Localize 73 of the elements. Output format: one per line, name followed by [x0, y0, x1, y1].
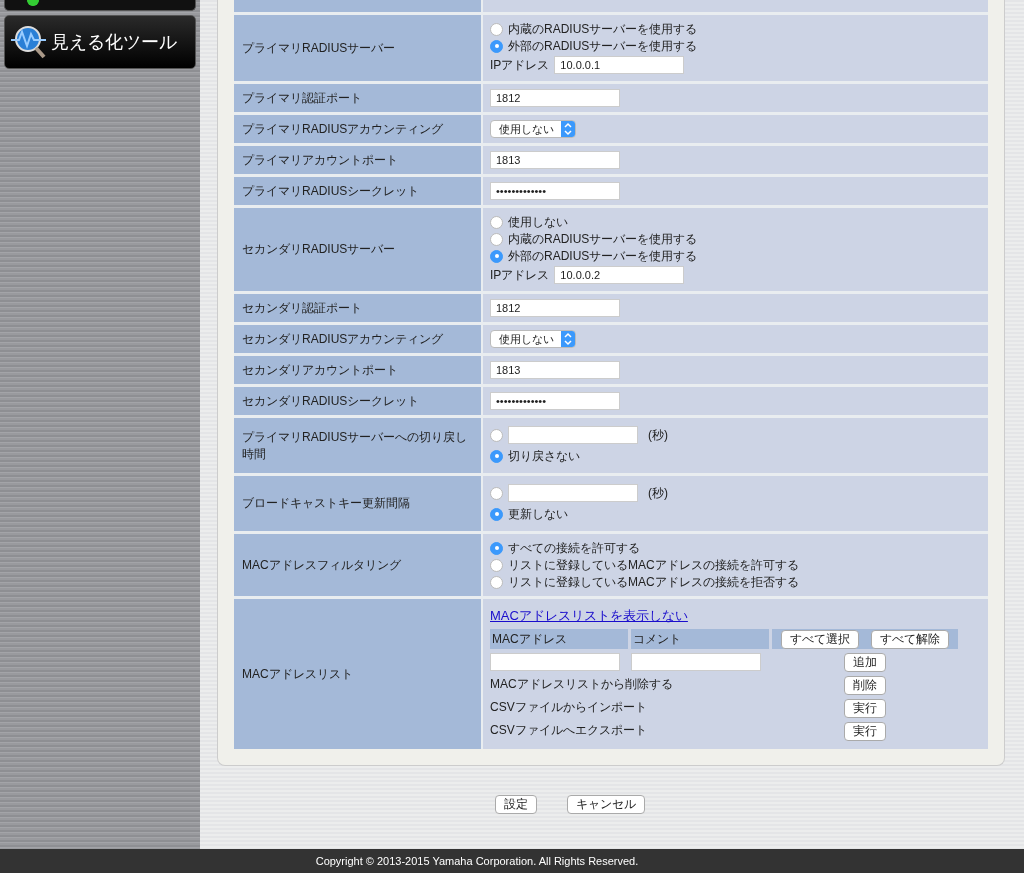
form-button[interactable]: 設定: [494, 795, 537, 814]
menu-button[interactable]: 見える化ツール: [4, 15, 196, 69]
radio-button[interactable]: [490, 249, 503, 263]
select-button[interactable]: すべて解除: [871, 629, 949, 649]
chevron-updown-icon: [561, 331, 575, 347]
radio-label: すべての接続を許可する: [508, 539, 640, 557]
field-label: プライマリRADIUSアカウンティング: [234, 115, 481, 143]
radio-label: リストに登録しているMACアドレスの接続を拒否する: [508, 573, 799, 591]
field-label: ブロードキャストキー更新間隔: [234, 476, 481, 531]
field-label: セカンダリRADIUSサーバー: [234, 208, 481, 291]
action-button[interactable]: 削除: [844, 676, 886, 695]
radio-button[interactable]: [490, 558, 503, 572]
radio-label: リストに登録しているMACアドレスの接続を許可する: [508, 556, 799, 574]
field-label: プライマリRADIUSサーバーへの切り戻し時間: [234, 418, 481, 473]
radio-button[interactable]: [490, 507, 503, 521]
action-button[interactable]: 実行: [844, 722, 886, 741]
field-label: IPアドレス: [490, 266, 550, 284]
radio-button[interactable]: [490, 428, 503, 442]
field-label: セカンダリRADIUSシークレット: [234, 387, 481, 415]
radio-label: 内蔵のRADIUSサーバーを使用する: [508, 20, 698, 38]
radio-label: 外部のRADIUSサーバーを使用する: [508, 37, 698, 55]
radio-button[interactable]: [490, 22, 503, 36]
field-label: プライマリRADIUSサーバー: [234, 15, 481, 81]
radio-button[interactable]: [490, 39, 503, 53]
add-button[interactable]: 追加: [844, 653, 886, 672]
column-header: MACアドレス: [490, 629, 628, 649]
field-label: セカンダリ認証ポート: [234, 294, 481, 322]
field-label: IPアドレス: [490, 56, 550, 74]
radio-button[interactable]: [490, 541, 503, 555]
input-field[interactable]: 1812: [490, 89, 620, 107]
field-label: プライマリアカウントポート: [234, 146, 481, 174]
input-field[interactable]: •••••••••••••: [490, 182, 620, 200]
input-field[interactable]: •••••••••••••: [490, 392, 620, 410]
menu-button[interactable]: [4, 0, 196, 11]
field-label: セカンダリアカウントポート: [234, 356, 481, 384]
action-label: CSVファイルからインポート: [490, 699, 648, 716]
input-field[interactable]: [508, 484, 638, 502]
ip-address-field[interactable]: 10.0.0.2: [554, 266, 685, 284]
radio-label: 外部のRADIUSサーバーを使用する: [508, 247, 698, 265]
field-label: プライマリ認証ポート: [234, 84, 481, 112]
radio-label: 更新しない: [508, 505, 568, 523]
input-field[interactable]: 1813: [490, 361, 620, 379]
input-field[interactable]: [631, 653, 761, 671]
ip-address-field[interactable]: 10.0.0.1: [554, 56, 685, 74]
radio-label: 切り戻さない: [508, 447, 580, 465]
action-label: MACアドレスリストから削除する: [490, 676, 674, 693]
input-field[interactable]: 1812: [490, 299, 620, 317]
select-button[interactable]: すべて選択: [781, 629, 859, 649]
form-button[interactable]: キャンセル: [566, 795, 645, 814]
radio-label: 使用しない: [508, 213, 568, 231]
radio-button[interactable]: [490, 215, 503, 229]
field-label: MACアドレスフィルタリング: [234, 534, 481, 596]
column-header: コメント: [631, 629, 769, 649]
radio-button[interactable]: [490, 232, 503, 246]
input-field[interactable]: [508, 426, 638, 444]
toggle-list-link[interactable]: MACアドレスリストを表示しない: [490, 607, 688, 625]
action-label: CSVファイルへエクスポート: [490, 722, 648, 739]
action-button[interactable]: 実行: [844, 699, 886, 718]
radio-button[interactable]: [490, 486, 503, 500]
field-label: MACアドレスリスト: [234, 599, 481, 749]
radio-label: 内蔵のRADIUSサーバーを使用する: [508, 230, 698, 248]
field-label: プライマリRADIUSシークレット: [234, 177, 481, 205]
radio-button[interactable]: [490, 449, 503, 463]
dropdown[interactable]: 使用しない: [490, 120, 576, 138]
input-field[interactable]: [490, 653, 620, 671]
unit-label: (秒): [648, 426, 668, 444]
unit-label: (秒): [648, 484, 668, 502]
copyright-text: Copyright © 2013-2015 Yamaha Corporation. All Rights Reserved.: [315, 855, 639, 867]
dropdown[interactable]: 使用しない: [490, 330, 576, 348]
chevron-updown-icon: [561, 121, 575, 137]
radio-button[interactable]: [490, 575, 503, 589]
input-field[interactable]: 1813: [490, 151, 620, 169]
field-label: セカンダリRADIUSアカウンティング: [234, 325, 481, 353]
